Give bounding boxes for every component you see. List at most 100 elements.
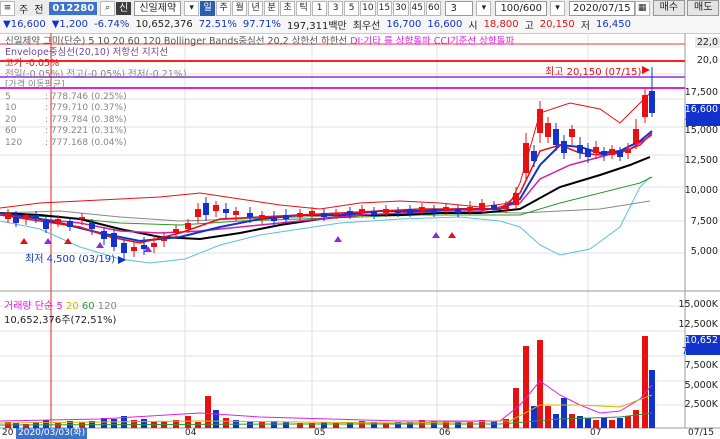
volume-legend: 거래량 단순 5 20 60 120 xyxy=(4,301,117,312)
low-marker-arrow xyxy=(118,256,126,264)
signal-arrow xyxy=(432,232,440,238)
vol-axis-label: 15,000K xyxy=(678,299,718,310)
indicator-row: 5: 778.746 (0.25%) xyxy=(5,91,127,102)
candle-body xyxy=(431,209,437,213)
candle-body xyxy=(55,219,61,223)
tab-tick[interactable]: 틱 xyxy=(296,0,312,16)
interval-5[interactable]: 5 xyxy=(344,0,360,16)
low-label: 저 xyxy=(580,21,590,32)
interval-60[interactable]: 60 xyxy=(425,0,442,16)
chart-legend: 신일제약 그미(단순) 5 10 20 60 120 Bollinger Ban… xyxy=(5,36,514,80)
volume-bar xyxy=(593,420,599,428)
buy-button[interactable]: 매수 xyxy=(652,0,686,16)
tab-week[interactable]: 주 xyxy=(216,0,232,16)
tick-input[interactable]: 3 xyxy=(445,0,474,16)
signal-arrow xyxy=(20,238,28,244)
interval-3[interactable]: 3 xyxy=(328,0,344,16)
calendar-icon[interactable]: ▦ xyxy=(634,0,650,16)
volume-bar xyxy=(601,418,607,428)
candle-body xyxy=(297,213,303,217)
axis-label: 7,500 xyxy=(690,216,718,227)
vol-axis-label: 7,500K xyxy=(684,360,718,371)
candle-body xyxy=(173,229,179,233)
candle-body xyxy=(161,239,167,241)
volume-bar xyxy=(205,396,211,428)
candle-body xyxy=(479,203,485,209)
candle-body xyxy=(67,221,73,227)
legend-line-3: 고가 -0.05% xyxy=(5,58,60,69)
menu-button[interactable]: ≡ xyxy=(0,0,15,16)
signal-arrow xyxy=(64,238,72,244)
chart-toolbar: ≡ 주 전 012280 ⌕ 신 신일제약 ▾ 일 주 월 년 분 초 틱 1 … xyxy=(0,0,720,17)
tab-month[interactable]: 월 xyxy=(232,0,248,16)
candle-body xyxy=(43,221,49,229)
vol-current-label: 10,652 xyxy=(684,335,718,346)
count-dropdown-icon[interactable]: ▾ xyxy=(549,0,565,16)
indicator-title: [가격 이동평균] xyxy=(5,80,65,90)
signal-arrow xyxy=(334,236,342,242)
volume-bar xyxy=(185,416,191,428)
candle-body xyxy=(625,149,631,153)
tab-second[interactable]: 초 xyxy=(280,0,296,16)
date-input[interactable]: 2020/07/15 xyxy=(568,0,635,16)
volume-bar xyxy=(151,422,157,428)
search-icon[interactable]: ⌕ xyxy=(100,0,116,16)
strength-pct: 97.71% xyxy=(242,19,281,30)
sell-button[interactable]: 매도 xyxy=(687,0,720,16)
tab-minute[interactable]: 분 xyxy=(264,0,280,16)
week-label: 주 xyxy=(19,4,29,16)
candle-body xyxy=(203,203,209,215)
tick-dropdown-icon[interactable]: ▾ xyxy=(476,0,492,16)
candle-body xyxy=(593,147,599,153)
quote-bar: ▼16,600 ▼1,200 -6.74% 10,652,376 72.51% … xyxy=(0,16,720,34)
interval-30[interactable]: 30 xyxy=(393,0,409,16)
candle-body xyxy=(649,91,655,113)
candle-body xyxy=(101,231,107,239)
candle-body xyxy=(371,211,377,215)
candle-body xyxy=(151,243,157,247)
tab-year[interactable]: 년 xyxy=(248,0,264,16)
candle-body xyxy=(259,215,265,219)
indicator-row: 10: 779.710 (0.37%) xyxy=(5,103,127,114)
credit-tag: 신 xyxy=(116,1,132,15)
interval-1[interactable]: 1 xyxy=(312,0,328,16)
best-bid: 16,600 xyxy=(427,19,463,30)
candle-body xyxy=(491,205,497,209)
vol-pct-label: 72.51% xyxy=(681,346,718,357)
volume-bar xyxy=(455,422,461,428)
indicator-row: 20: 779.784 (0.38%) xyxy=(5,114,127,125)
candle-body xyxy=(419,207,425,211)
candle-body xyxy=(553,129,559,145)
turnover-pct: 72.51% xyxy=(198,19,237,30)
volume-bar xyxy=(633,410,639,428)
x-axis-label: 04 xyxy=(185,428,197,438)
axis-label: 17,500 xyxy=(684,87,718,98)
stock-code-input[interactable]: 012280 xyxy=(49,1,98,15)
candle-body xyxy=(309,211,315,215)
candle-body xyxy=(141,245,147,249)
volume-bar xyxy=(283,422,289,428)
volume-bar xyxy=(553,414,559,428)
candle-body xyxy=(617,151,623,157)
trade-amount: 197,311백만 xyxy=(286,21,347,32)
interval-10[interactable]: 10 xyxy=(360,0,376,16)
candle-body xyxy=(271,217,277,221)
candle-body xyxy=(195,209,201,217)
dropdown-icon[interactable]: ▾ xyxy=(184,0,200,16)
volume-value-label: 10,652,376주(72,51%) xyxy=(4,315,117,326)
low-price: 16,450 xyxy=(595,19,631,30)
signal-arrow xyxy=(448,232,456,238)
candle-body xyxy=(5,213,11,219)
volume-bar xyxy=(247,422,253,428)
candle-body xyxy=(455,209,461,213)
tab-day[interactable]: 일 xyxy=(200,0,216,16)
interval-45[interactable]: 45 xyxy=(409,0,425,16)
candle-body xyxy=(79,217,85,219)
current-change-label: -6.74% xyxy=(684,114,718,125)
stock-name[interactable]: 신일제약 xyxy=(134,0,182,16)
count-input[interactable]: 100/600 xyxy=(495,0,547,16)
candle-body xyxy=(321,213,327,217)
interval-15[interactable]: 15 xyxy=(376,0,393,16)
candle-body xyxy=(283,215,289,219)
legend-line-4: 전일(-0.05%) 전고(-0.05%) 전저(-0.21%) xyxy=(5,69,187,80)
